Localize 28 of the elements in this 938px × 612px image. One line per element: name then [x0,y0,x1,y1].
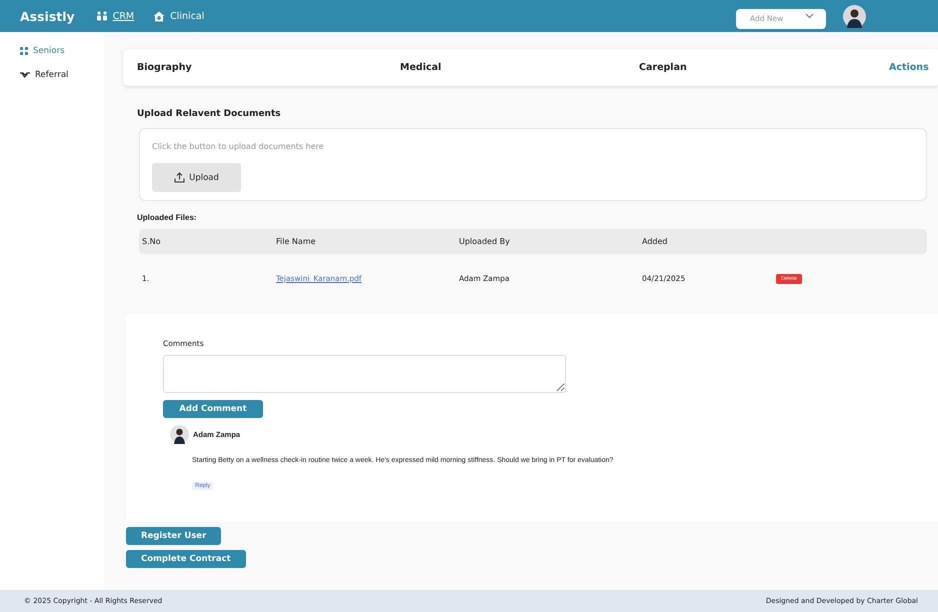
section-title: Upload Relavent Documents [137,109,282,119]
upload-icon [174,172,186,183]
column-header: File Name [276,237,317,246]
sidebar-item[interactable]: Seniors [20,46,104,56]
tab[interactable]: Careplan [639,62,889,73]
grid-icon [20,47,28,55]
section-title: Uploaded Files: [137,213,198,222]
chevron-down-icon [805,13,814,19]
comment-field[interactable] [163,355,566,393]
upload-button[interactable]: Upload [152,163,241,192]
add-comment-button[interactable]: Add Comment [163,400,263,418]
tab[interactable]: Medical [400,62,639,73]
people-icon [96,10,108,22]
nav-link[interactable]: CRM [96,10,134,22]
tab[interactable]: Actions [889,62,929,73]
avatar[interactable] [843,4,866,28]
nav-link[interactable]: Clinical [153,10,204,22]
column-header: Uploaded By [459,237,511,246]
house-icon [153,10,166,22]
action-button[interactable]: Register User [126,527,222,545]
tab[interactable]: Biography [137,62,400,73]
column-header: Added [642,237,668,246]
action-button[interactable]: Complete Contract [126,550,246,568]
avatar [170,425,189,444]
column-header: S.No [142,237,162,246]
sidebar-item[interactable]: Referral [20,70,104,80]
upload-hint: Click the button to upload documents here [152,142,325,151]
brand-logo: Assistly [20,8,75,24]
